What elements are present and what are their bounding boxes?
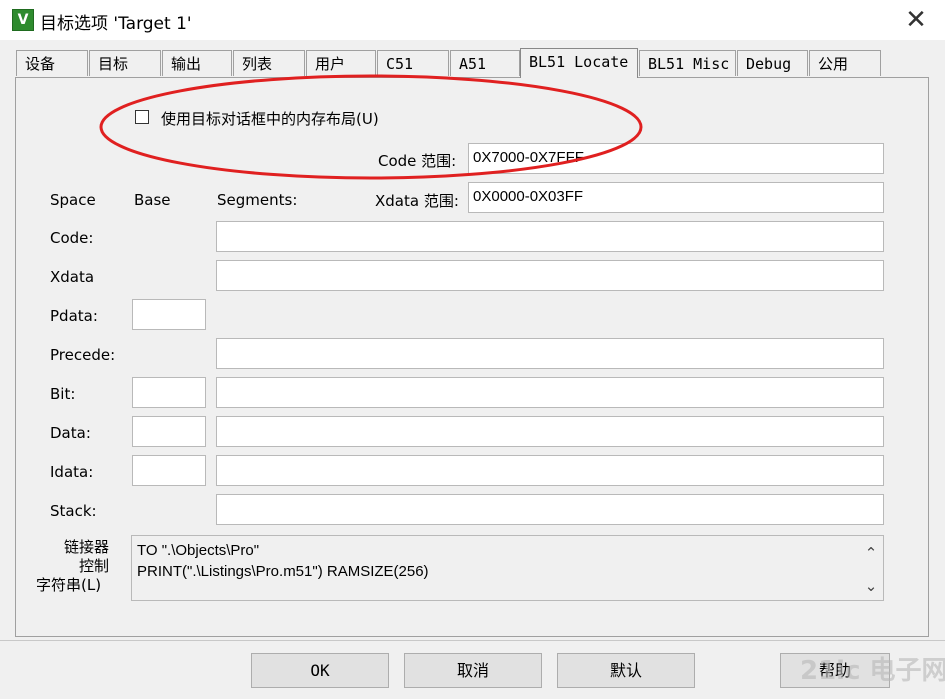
bit-segments-input[interactable]	[216, 377, 884, 408]
scroll-up-icon[interactable]: ⌃	[860, 543, 882, 563]
linker-text-line2: PRINT(".\Listings\Pro.m51") RAMSIZE(256)	[137, 563, 429, 580]
close-button[interactable]: ✕	[896, 4, 936, 36]
stack-row-label: Stack:	[50, 502, 97, 520]
xdata-row-label: Xdata	[50, 268, 95, 286]
data-segments-input[interactable]	[216, 416, 884, 447]
code-segments-input[interactable]	[216, 221, 884, 252]
data-base-input[interactable]	[132, 416, 206, 447]
tab-bl51-misc[interactable]: BL51 Misc	[639, 50, 736, 76]
linker-control-textarea[interactable]: TO ".\Objects\Pro" PRINT(".\Listings\Pro…	[131, 535, 884, 601]
linker-text-line1: TO ".\Objects\Pro"	[137, 542, 260, 559]
scroll-down-icon[interactable]: ⌄	[860, 576, 882, 596]
precede-row-label: Precede:	[50, 346, 116, 364]
idata-row-label: Idata:	[50, 463, 94, 481]
cancel-button[interactable]: 取消	[404, 653, 542, 688]
idata-base-input[interactable]	[132, 455, 206, 486]
bit-base-input[interactable]	[132, 377, 206, 408]
window-title: 目标选项 'Target 1'	[40, 14, 192, 34]
xdata-range-label: Xdata 范围:	[375, 192, 459, 210]
precede-segments-input[interactable]	[216, 338, 884, 369]
xdata-range-input[interactable]: 0X0000-0X03FF	[468, 182, 884, 213]
pdata-base-input[interactable]	[132, 299, 206, 330]
tab-device[interactable]: 设备	[16, 50, 88, 76]
space-header: Space	[50, 191, 96, 209]
base-header: Base	[134, 191, 171, 209]
data-row-label: Data:	[50, 424, 91, 442]
keil-app-icon: V	[12, 9, 34, 31]
divider	[0, 640, 945, 641]
pdata-row-label: Pdata:	[50, 307, 98, 325]
linker-control-label: 链接器 控制	[55, 538, 109, 576]
linker-label-line1: 链接器	[63, 538, 109, 556]
ok-button[interactable]: OK	[251, 653, 389, 688]
xdata-segments-input[interactable]	[216, 260, 884, 291]
defaults-button[interactable]: 默认	[557, 653, 695, 688]
tab-debug[interactable]: Debug	[737, 50, 808, 76]
linker-label-line2: 控制	[78, 557, 109, 575]
highlight-ellipse-annotation	[99, 74, 643, 180]
segments-header: Segments:	[217, 191, 298, 209]
stack-segments-input[interactable]	[216, 494, 884, 525]
tab-utilities[interactable]: 公用	[809, 50, 881, 76]
idata-segments-input[interactable]	[216, 455, 884, 486]
code-row-label: Code:	[50, 229, 94, 247]
watermark-logo: 21ic 电子网	[800, 656, 945, 686]
linker-label-line3: 字符串(L)	[36, 576, 102, 594]
bit-row-label: Bit:	[50, 385, 76, 403]
tab-bl51-locate[interactable]: BL51 Locate	[520, 48, 638, 78]
